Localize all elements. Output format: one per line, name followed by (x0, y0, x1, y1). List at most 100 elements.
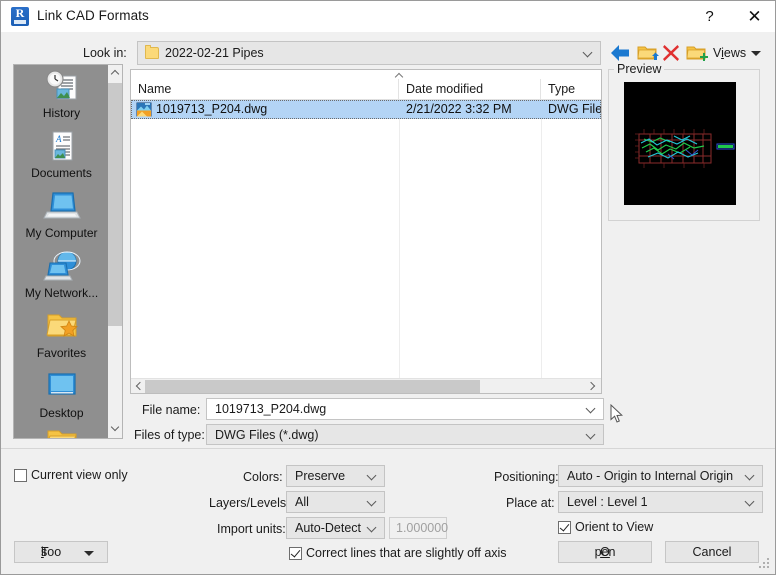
place-item-my-network[interactable]: My Network... (14, 249, 109, 300)
place-label: My Network... (24, 286, 99, 300)
file-list-header: Name Date modified Type (131, 79, 601, 100)
current-view-only-checkbox[interactable] (14, 469, 27, 482)
place-item-history[interactable]: History (14, 69, 109, 120)
preview-legend: Preview (614, 62, 665, 76)
place-label: Documents (31, 166, 92, 180)
tools-button-label: Too l s (41, 545, 62, 559)
place-label: Desktop (39, 406, 84, 420)
files-of-type-combo[interactable]: DWG Files (*.dwg) (206, 424, 604, 445)
scroll-right-icon[interactable] (585, 379, 599, 393)
layers-levels-combo[interactable]: All (286, 491, 385, 513)
scroll-down-icon[interactable] (108, 420, 122, 438)
resize-grip[interactable] (759, 558, 771, 570)
cell-date-modified: 2/21/2022 3:32 PM (406, 102, 512, 116)
import-units-value: Auto-Detect (295, 521, 362, 535)
delete-x-icon[interactable] (662, 44, 680, 62)
chevron-down-icon (587, 404, 596, 413)
colors-combo[interactable]: Preserve (286, 465, 385, 487)
ascending-sort-icon (395, 72, 404, 78)
my-network-globe-icon (42, 249, 82, 285)
orient-to-view-label[interactable]: Orient to View (575, 520, 653, 534)
folder-icon (145, 45, 159, 59)
file-list[interactable]: Name Date modified Type 1019713_P204.dwg… (130, 69, 602, 394)
mouse-cursor (610, 403, 624, 424)
place-item-desktop[interactable]: Desktop (14, 369, 109, 420)
revit-icon: R (11, 7, 29, 26)
file-list-horizontal-scrollbar[interactable] (131, 378, 601, 393)
positioning-label: Positioning: (494, 470, 559, 484)
window-title: Link CAD Formats (37, 8, 149, 23)
tools-button[interactable]: Too l s (14, 541, 108, 563)
import-units-label: Import units: (217, 522, 286, 536)
place-item-favorites[interactable]: Favorites (14, 309, 109, 360)
column-header-type[interactable]: Type (541, 79, 601, 99)
scale-factor-field: 1.000000 (389, 517, 449, 539)
close-button[interactable]: ✕ (732, 1, 775, 32)
chevron-down-icon (746, 471, 755, 480)
current-view-only-label[interactable]: Current view only (31, 468, 128, 482)
positioning-value: Auto - Origin to Internal Origin (567, 469, 734, 483)
scroll-up-icon[interactable] (108, 65, 122, 83)
scale-factor-value: 1.000000 (396, 521, 449, 535)
back-arrow-icon[interactable] (610, 44, 630, 62)
chevron-down-icon (368, 471, 377, 480)
look-in-combo[interactable]: 2022-02-21 Pipes (137, 41, 601, 65)
chevron-down-icon (368, 497, 377, 506)
my-computer-laptop-icon (42, 189, 82, 225)
chevron-down-icon (84, 551, 94, 556)
link-cad-formats-dialog: R Link CAD Formats ? ✕ Look in: 2022-02-… (0, 0, 776, 575)
colors-label: Colors: (243, 470, 283, 484)
place-item-my-computer[interactable]: My Computer (14, 189, 109, 240)
places-scroll-thumb[interactable] (108, 83, 122, 326)
place-label: Favorites (36, 346, 87, 360)
place-at-value: Level : Level 1 (567, 495, 648, 509)
place-label: History (42, 106, 81, 120)
place-at-combo[interactable]: Level : Level 1 (558, 491, 763, 513)
import-units-combo[interactable]: Auto-Detect (286, 517, 385, 539)
places-scrollbar[interactable] (108, 65, 122, 438)
file-name-combo[interactable]: 1019713_P204.dwg (206, 398, 604, 420)
positioning-combo[interactable]: Auto - Origin to Internal Origin (558, 465, 763, 487)
file-name-value[interactable]: 1019713_P204.dwg (215, 399, 581, 419)
look-in-value: 2022-02-21 Pipes (165, 46, 264, 60)
correct-lines-checkbox[interactable] (289, 547, 302, 560)
places-bar: History A Documents My Computer My Netwo… (13, 64, 123, 439)
cancel-button[interactable]: Cancel (665, 541, 759, 563)
colors-value: Preserve (295, 469, 346, 483)
open-button-label: Open (594, 545, 616, 559)
close-icon: ✕ (747, 7, 762, 26)
up-one-level-folder-icon[interactable] (637, 43, 659, 63)
file-name-label: File name: (142, 403, 201, 417)
new-folder-icon[interactable] (686, 43, 708, 63)
cell-type: DWG File (548, 102, 602, 116)
place-item-documents[interactable]: A Documents (14, 129, 109, 180)
files-of-type-value: DWG Files (*.dwg) (215, 427, 319, 442)
horizontal-scroll-thumb[interactable] (145, 380, 480, 393)
table-row[interactable]: 1019713_P204.dwg 2/21/2022 3:32 PM DWG F… (131, 100, 601, 119)
scroll-left-icon[interactable] (132, 379, 146, 393)
chevron-down-icon (587, 430, 596, 439)
favorites-star-folder-icon (42, 309, 82, 345)
layers-levels-label: Layers/Levels: (209, 496, 290, 510)
preview-thumbnail (624, 82, 736, 205)
history-clock-icon (42, 69, 82, 105)
dwg-file-icon (136, 102, 152, 117)
chevron-down-icon (368, 523, 377, 532)
partial-folder-icon (42, 429, 82, 438)
orient-to-view-checkbox[interactable] (558, 521, 571, 534)
column-header-date-modified[interactable]: Date modified (399, 79, 541, 99)
views-dropdown-arrow-icon[interactable] (751, 51, 761, 56)
desktop-screen-icon (42, 369, 82, 405)
column-header-name[interactable]: Name (131, 79, 399, 99)
views-label[interactable]: Views (713, 46, 746, 60)
place-label: My Computer (25, 226, 98, 240)
help-button[interactable]: ? (687, 1, 732, 32)
help-icon: ? (705, 8, 714, 25)
correct-lines-label[interactable]: Correct lines that are slightly off axis (306, 546, 507, 560)
open-button[interactable]: Open (558, 541, 652, 563)
title-bar: R Link CAD Formats ? ✕ (1, 1, 775, 32)
svg-text:A: A (55, 134, 62, 144)
place-at-label: Place at: (506, 496, 555, 510)
chevron-down-icon (584, 48, 593, 57)
chevron-down-icon (746, 497, 755, 506)
